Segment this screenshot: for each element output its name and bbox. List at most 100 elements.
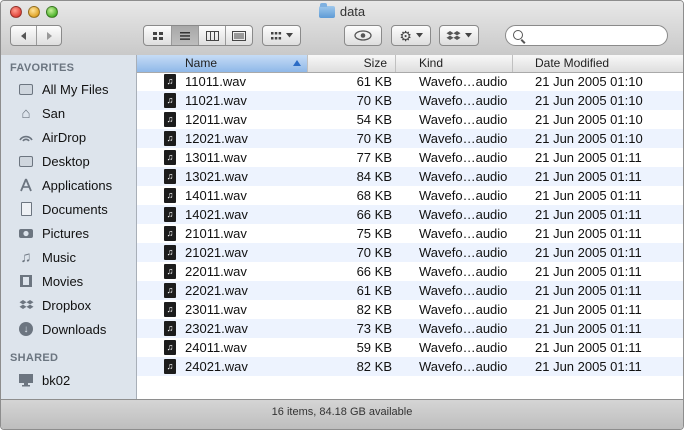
search-field[interactable]	[505, 25, 668, 46]
sidebar-item-dropbox[interactable]: Dropbox	[17, 294, 91, 316]
file-date-modified: 21 Jun 2005 01:11	[535, 188, 642, 203]
quick-look-button[interactable]	[344, 25, 382, 46]
table-row[interactable]: ♫ 14021.wav 66 KB Wavefo…audio 21 Jun 2005 0…	[137, 205, 683, 224]
sidebar-item-home[interactable]: ⌂ San	[17, 102, 65, 124]
icon-view-button[interactable]	[144, 26, 172, 45]
table-row[interactable]: ♫ 23011.wav 82 KB Wavefo…audio 21 Jun 2005 0…	[137, 300, 683, 319]
back-button[interactable]	[11, 26, 37, 45]
sidebar-item-label: All My Files	[42, 81, 109, 97]
column-header-date-modified[interactable]: Date Modified	[513, 55, 683, 72]
file-list: Name Size Kind Date Modified ♫ 11011.wav 6…	[137, 55, 683, 399]
download-icon: ↓	[17, 321, 35, 337]
file-kind: Wavefo…audio	[419, 93, 508, 108]
sidebar-item-label: bk02	[42, 372, 71, 388]
file-size: 75 KB	[356, 226, 392, 241]
applications-icon	[17, 177, 35, 193]
file-name: 24021.wav	[185, 359, 248, 374]
action-button[interactable]: ⚙	[391, 25, 431, 46]
sidebar-item-movies[interactable]: Movies	[17, 270, 83, 292]
file-size: 84 KB	[356, 169, 392, 184]
dropbox-button[interactable]	[439, 25, 479, 46]
arrange-button[interactable]	[262, 25, 301, 46]
window-title: data	[1, 2, 683, 19]
table-row[interactable]: ♫ 24021.wav 82 KB Wavefo…audio 21 Jun 2005 0…	[137, 357, 683, 376]
table-row[interactable]: ♫ 11011.wav 61 KB Wavefo…audio 21 Jun 2005 0…	[137, 72, 683, 91]
audio-file-icon: ♫	[164, 74, 176, 89]
coverflow-view-button[interactable]	[226, 26, 252, 45]
list-view-button[interactable]	[172, 26, 199, 45]
airdrop-icon	[17, 129, 35, 145]
file-size: 70 KB	[356, 93, 392, 108]
chevron-right-icon	[47, 31, 52, 40]
file-date-modified: 21 Jun 2005 01:11	[535, 150, 642, 165]
table-row[interactable]: ♫ 13011.wav 77 KB Wavefo…audio 21 Jun 2005 0…	[137, 148, 683, 167]
file-date-modified: 21 Jun 2005 01:11	[535, 302, 642, 317]
camera-icon	[17, 225, 35, 241]
column-view-button[interactable]	[199, 26, 226, 45]
table-row[interactable]: ♫ 13021.wav 84 KB Wavefo…audio 21 Jun 2005 0…	[137, 167, 683, 186]
sidebar-section-shared: SHARED	[10, 352, 59, 364]
file-name: 13011.wav	[185, 150, 247, 165]
sidebar-item-all-my-files[interactable]: All My Files	[17, 78, 108, 100]
grid-icon	[152, 31, 163, 40]
sidebar-item-downloads[interactable]: ↓ Downloads	[17, 318, 106, 340]
sidebar-item-pictures[interactable]: Pictures	[17, 222, 89, 244]
file-date-modified: 21 Jun 2005 01:11	[535, 245, 642, 260]
table-row[interactable]: ♫ 23021.wav 73 KB Wavefo…audio 21 Jun 2005 0…	[137, 319, 683, 338]
table-row[interactable]: ♫ 22021.wav 61 KB Wavefo…audio 21 Jun 2005 0…	[137, 281, 683, 300]
file-size: 70 KB	[356, 131, 392, 146]
column-header-kind[interactable]: Kind	[396, 55, 513, 72]
audio-file-icon: ♫	[164, 226, 176, 241]
file-kind: Wavefo…audio	[419, 226, 508, 241]
audio-file-icon: ♫	[164, 302, 176, 317]
table-row[interactable]: ♫ 24011.wav 59 KB Wavefo…audio 21 Jun 2005 0…	[137, 338, 683, 357]
sidebar-item-airdrop[interactable]: AirDrop	[17, 126, 86, 148]
file-date-modified: 21 Jun 2005 01:10	[535, 93, 643, 108]
sidebar-item-music[interactable]: ♫ Music	[17, 246, 76, 268]
sort-ascending-icon	[293, 60, 301, 66]
view-mode-control	[143, 25, 253, 46]
file-name: 22011.wav	[185, 264, 247, 279]
table-row[interactable]: ♫ 21011.wav 75 KB Wavefo…audio 21 Jun 2005 0…	[137, 224, 683, 243]
eye-icon	[354, 30, 372, 41]
audio-file-icon: ♫	[164, 93, 176, 108]
file-size: 68 KB	[356, 188, 392, 203]
coverflow-icon	[232, 30, 246, 41]
audio-file-icon: ♫	[164, 264, 176, 279]
display-icon	[17, 372, 35, 388]
sidebar-item-bk02[interactable]: bk02	[17, 369, 70, 391]
sidebar-item-label: Documents	[42, 201, 108, 217]
file-kind: Wavefo…audio	[419, 359, 508, 374]
table-row[interactable]: ♫ 21021.wav 70 KB Wavefo…audio 21 Jun 2005 0…	[137, 243, 683, 262]
sidebar-item-label: Pictures	[42, 225, 89, 241]
file-kind: Wavefo…audio	[419, 245, 508, 260]
sidebar-item-desktop[interactable]: Desktop	[17, 150, 90, 172]
dropbox-icon	[446, 30, 461, 40]
file-name: 23021.wav	[185, 321, 248, 336]
column-header-name[interactable]: Name	[137, 55, 308, 72]
audio-file-icon: ♫	[164, 283, 176, 298]
status-bar: 16 items, 84.18 GB available	[1, 399, 683, 429]
table-row[interactable]: ♫ 14011.wav 68 KB Wavefo…audio 21 Jun 2005 0…	[137, 186, 683, 205]
search-input[interactable]	[528, 28, 662, 45]
forward-button[interactable]	[37, 26, 61, 45]
folder-icon	[318, 2, 335, 18]
column-header-size[interactable]: Size	[308, 55, 396, 72]
file-kind: Wavefo…audio	[419, 283, 508, 298]
sidebar-item-applications[interactable]: Applications	[17, 174, 112, 196]
file-kind: Wavefo…audio	[419, 74, 508, 89]
chevron-down-icon	[415, 33, 423, 38]
file-name: 14011.wav	[185, 188, 247, 203]
column-header-label: Name	[185, 56, 218, 70]
list-icon	[180, 31, 190, 40]
table-row[interactable]: ♫ 11021.wav 70 KB Wavefo…audio 21 Jun 2005 0…	[137, 91, 683, 110]
sidebar-item-documents[interactable]: Documents	[17, 198, 108, 220]
table-row[interactable]: ♫ 22011.wav 66 KB Wavefo…audio 21 Jun 2005 0…	[137, 262, 683, 281]
file-kind: Wavefo…audio	[419, 150, 508, 165]
column-header-label: Date Modified	[535, 56, 610, 70]
sidebar-item-label: Movies	[42, 273, 84, 289]
file-date-modified: 21 Jun 2005 01:10	[535, 74, 643, 89]
column-header-label: Size	[363, 56, 387, 70]
table-row[interactable]: ♫ 12011.wav 54 KB Wavefo…audio 21 Jun 2005 0…	[137, 110, 683, 129]
table-row[interactable]: ♫ 12021.wav 70 KB Wavefo…audio 21 Jun 2005 0…	[137, 129, 683, 148]
